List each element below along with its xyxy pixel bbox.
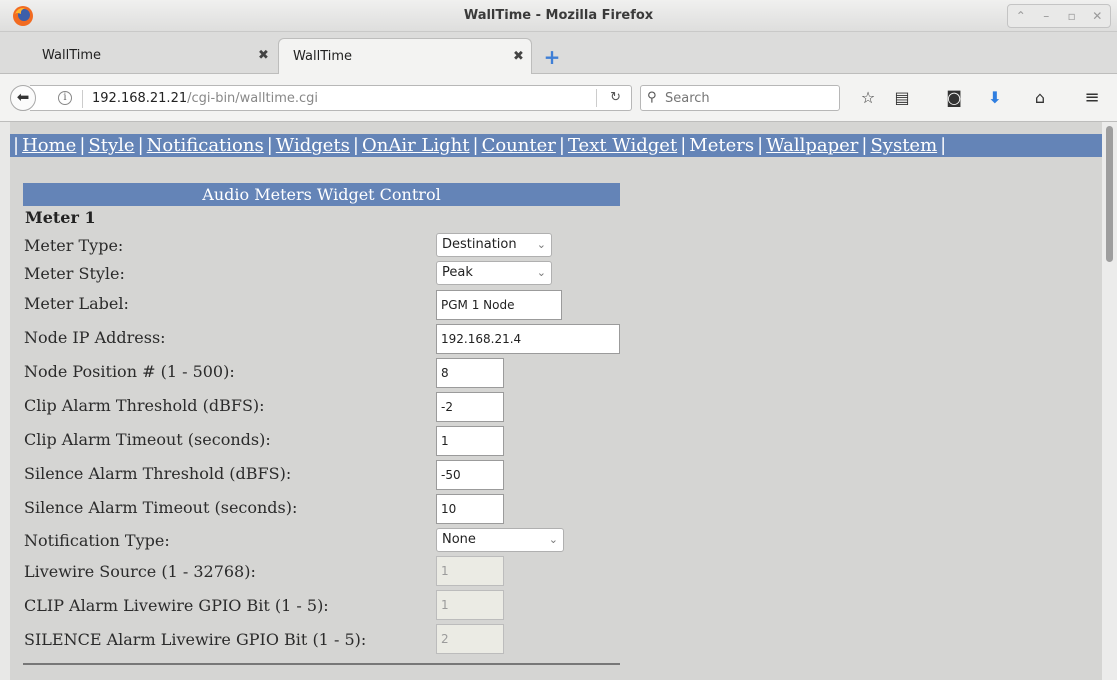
chevron-down-icon: ⌄ (548, 533, 558, 546)
nav-link-system[interactable]: System (870, 135, 937, 156)
search-bar[interactable]: ⚲ (640, 85, 840, 111)
clip-gpio-label: CLIP Alarm Livewire GPIO Bit (1 - 5): (24, 596, 329, 615)
meter-label-label: Meter Label: (24, 294, 129, 313)
top-navigation: | Home | Style | Notifications | Widgets | OnAir … (10, 134, 1102, 157)
nav-link-meters[interactable]: Meters (689, 135, 754, 156)
tab-close-icon[interactable]: ✖ (258, 48, 269, 63)
nav-link-onair-light[interactable]: OnAir Light (362, 135, 470, 156)
nav-link-wallpaper[interactable]: Wallpaper (766, 135, 858, 156)
silence-threshold-input[interactable] (436, 460, 504, 490)
url-path: /cgi-bin/walltime.cgi (187, 91, 319, 106)
chevron-down-icon: ⌄ (536, 238, 546, 251)
notification-type-select[interactable]: None ⌄ (436, 528, 564, 552)
home-icon[interactable]: ⌂ (1030, 88, 1050, 108)
nav-bar: i 192.168.21.21/cgi-bin/walltime.cgi ↻ ⬅… (0, 74, 1117, 122)
nav-separator: | (472, 135, 479, 156)
tab-strip: WallTime ✖ WallTime ✖ + (0, 32, 1117, 75)
window-maximize-icon[interactable]: ▫ (1062, 9, 1082, 23)
nav-separator: | (266, 135, 273, 156)
tab-walltime-1[interactable]: WallTime ✖ (28, 38, 278, 74)
page-scrollbar[interactable] (1102, 122, 1117, 680)
nav-separator: | (861, 135, 868, 156)
clip-timeout-input[interactable] (436, 426, 504, 456)
node-position-label: Node Position # (1 - 500): (24, 362, 235, 381)
nav-link-counter[interactable]: Counter (482, 135, 556, 156)
hamburger-menu-icon[interactable]: ≡ (1082, 88, 1102, 108)
search-input[interactable] (665, 89, 835, 107)
meter-heading: Meter 1 (25, 208, 96, 227)
search-icon: ⚲ (647, 90, 657, 105)
nav-separator: | (757, 135, 764, 156)
tab-close-icon[interactable]: ✖ (513, 49, 524, 64)
new-tab-icon[interactable]: + (541, 46, 563, 68)
notification-type-label: Notification Type: (24, 531, 170, 550)
reading-list-icon[interactable]: ▤ (892, 88, 912, 108)
clip-threshold-input[interactable] (436, 392, 504, 422)
window-controls: ⌃ – ▫ ✕ (1007, 4, 1111, 28)
window-up-icon[interactable]: ⌃ (1011, 9, 1031, 23)
silence-timeout-label: Silence Alarm Timeout (seconds): (24, 498, 298, 517)
clip-timeout-label: Clip Alarm Timeout (seconds): (24, 430, 271, 449)
pocket-icon[interactable]: ◙ (944, 88, 964, 108)
nav-link-style[interactable]: Style (88, 135, 134, 156)
node-ip-input[interactable] (436, 324, 620, 354)
download-icon[interactable]: ⬇ (985, 88, 1005, 108)
livewire-source-input (436, 556, 504, 586)
window-minimize-icon[interactable]: – (1036, 9, 1056, 23)
notification-type-value: None (442, 532, 476, 547)
meter-style-select[interactable]: Peak ⌄ (436, 261, 552, 285)
meter-type-label: Meter Type: (24, 236, 124, 255)
silence-threshold-label: Silence Alarm Threshold (dBFS): (24, 464, 292, 483)
meter-type-value: Destination (442, 237, 517, 252)
node-position-input[interactable] (436, 358, 504, 388)
node-ip-label: Node IP Address: (24, 328, 166, 347)
back-button[interactable]: ⬅ (10, 85, 36, 111)
clip-gpio-input (436, 590, 504, 620)
window-title: WallTime - Mozilla Firefox (463, 8, 654, 23)
silence-gpio-input (436, 624, 504, 654)
nav-link-home[interactable]: Home (22, 135, 76, 156)
back-arrow-icon: ⬅ (16, 88, 30, 106)
window-close-icon[interactable]: ✕ (1087, 9, 1107, 23)
silence-gpio-label: SILENCE Alarm Livewire GPIO Bit (1 - 5): (24, 630, 367, 649)
url-divider (82, 90, 83, 108)
nav-separator: | (79, 135, 86, 156)
nav-link-widgets[interactable]: Widgets (276, 135, 350, 156)
chevron-down-icon: ⌄ (536, 266, 546, 279)
clip-threshold-label: Clip Alarm Threshold (dBFS): (24, 396, 265, 415)
reload-divider (596, 89, 597, 107)
scrollbar-thumb[interactable] (1106, 126, 1113, 262)
nav-separator: | (137, 135, 144, 156)
nav-link-text-widget[interactable]: Text Widget (568, 135, 677, 156)
url-text: 192.168.21.21/cgi-bin/walltime.cgi (92, 91, 318, 106)
widget-title: Audio Meters Widget Control (23, 183, 620, 206)
nav-separator: | (680, 135, 687, 156)
livewire-source-label: Livewire Source (1 - 32768): (24, 562, 256, 581)
meter-style-value: Peak (442, 265, 473, 280)
tab-label: WallTime (293, 49, 353, 64)
page-content: | Home | Style | Notifications | Widgets | OnAir … (10, 122, 1102, 680)
reload-icon[interactable]: ↻ (610, 90, 621, 105)
nav-link-notifications[interactable]: Notifications (147, 135, 264, 156)
silence-timeout-input[interactable] (436, 494, 504, 524)
nav-separator: | (13, 135, 20, 156)
star-icon[interactable]: ☆ (858, 88, 878, 108)
url-bar[interactable]: i 192.168.21.21/cgi-bin/walltime.cgi ↻ (30, 85, 632, 111)
tab-label: WallTime (42, 48, 102, 63)
nav-separator: | (558, 135, 565, 156)
info-icon[interactable]: i (58, 91, 72, 105)
nav-separator: | (940, 135, 947, 156)
section-divider (23, 663, 620, 665)
window-titlebar: WallTime - Mozilla Firefox ⌃ – ▫ ✕ (0, 0, 1117, 32)
nav-separator: | (352, 135, 359, 156)
url-host: 192.168.21.21 (92, 91, 188, 106)
meter-type-select[interactable]: Destination ⌄ (436, 233, 552, 257)
tab-walltime-2-active[interactable]: WallTime ✖ (278, 38, 532, 75)
meter-style-label: Meter Style: (24, 264, 125, 283)
meter-label-input[interactable] (436, 290, 562, 320)
